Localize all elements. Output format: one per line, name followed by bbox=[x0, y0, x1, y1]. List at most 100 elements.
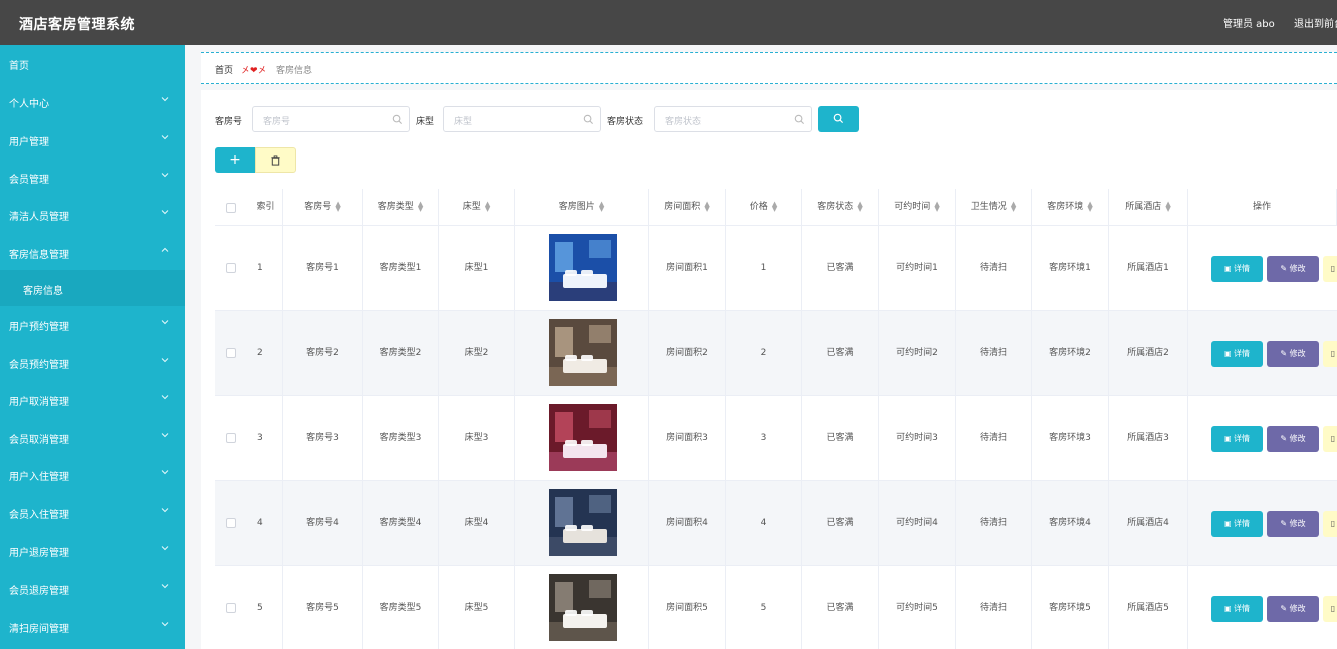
cell-operations: ▣ 详情 ✎ 修改 ▯ bbox=[1188, 481, 1337, 566]
search-button[interactable] bbox=[818, 106, 859, 132]
edit-icon: ✎ bbox=[1280, 264, 1290, 273]
sidebar-item-14[interactable]: 清扫房间管理 bbox=[0, 608, 185, 645]
cell-env: 客房环境1 bbox=[1032, 226, 1109, 311]
sort-icon[interactable]: ▲ ▼ bbox=[335, 200, 340, 212]
column-header-label: 所属酒店 bbox=[1125, 202, 1162, 212]
sidebar-item-6[interactable]: 用户预约管理 bbox=[0, 306, 185, 343]
sidebar-item-2[interactable]: 用户管理 bbox=[0, 121, 185, 158]
cell-bed: 床型2 bbox=[439, 311, 515, 396]
sidebar-subitem-label: 客房信息 bbox=[23, 286, 63, 297]
delete-button[interactable]: ▯ bbox=[1323, 511, 1337, 537]
edit-button-label: 修改 bbox=[1289, 264, 1306, 273]
add-button[interactable]: + bbox=[215, 147, 255, 173]
batch-delete-button[interactable] bbox=[255, 147, 296, 173]
column-header[interactable]: 所属酒店 ▲ ▼ bbox=[1109, 189, 1188, 226]
detail-button[interactable]: ▣ 详情 bbox=[1211, 511, 1263, 537]
edit-button[interactable]: ✎ 修改 bbox=[1267, 256, 1319, 282]
column-header[interactable]: 价格 ▲ ▼ bbox=[726, 189, 802, 226]
cell-area: 房间面积1 bbox=[649, 226, 726, 311]
column-header[interactable]: 可约时间 ▲ ▼ bbox=[879, 189, 956, 226]
sidebar-subitem-room-info[interactable]: 客房信息 bbox=[0, 270, 185, 306]
sidebar-item-1[interactable]: 个人中心 bbox=[0, 83, 185, 120]
sidebar-item-4[interactable]: 清洁人员管理 bbox=[0, 196, 185, 233]
room-table: 索引 客房号 ▲ ▼ 客房类型 ▲ ▼ 床型 ▲ ▼ 客房图片 ▲ ▼ 房间面积 ▲ ▼ 价格 ▲ ▼ 客房状态 ▲ ▼ 可… bbox=[215, 189, 1337, 649]
bed-input[interactable]: 床型 bbox=[443, 106, 601, 132]
sidebar-item-11[interactable]: 会员入住管理 bbox=[0, 494, 185, 531]
logout-link[interactable]: 退出到前台 bbox=[1294, 15, 1337, 30]
status-input[interactable]: 客房状态 bbox=[654, 106, 812, 132]
detail-button-label: 详情 bbox=[1234, 264, 1251, 273]
chevron-down-icon bbox=[161, 320, 169, 325]
sort-icon[interactable]: ▲ ▼ bbox=[704, 200, 709, 212]
sidebar-item-0[interactable]: 首页 bbox=[0, 45, 185, 82]
sidebar-item-10[interactable]: 用户入住管理 bbox=[0, 456, 185, 493]
sidebar-item-3[interactable]: 会员管理 bbox=[0, 159, 185, 196]
cell-status: 已客满 bbox=[802, 566, 879, 649]
sort-icon[interactable]: ▲ ▼ bbox=[1087, 200, 1092, 212]
room-photo-image[interactable] bbox=[549, 489, 617, 556]
edit-button[interactable]: ✎ 修改 bbox=[1267, 511, 1319, 537]
row-checkbox[interactable] bbox=[226, 433, 236, 443]
row-checkbox[interactable] bbox=[226, 263, 236, 273]
sidebar-item-8[interactable]: 用户取消管理 bbox=[0, 381, 185, 418]
detail-button[interactable]: ▣ 详情 bbox=[1211, 596, 1263, 622]
cell-price: 5 bbox=[726, 566, 802, 649]
sidebar-item-7[interactable]: 会员预约管理 bbox=[0, 344, 185, 381]
edit-button[interactable]: ✎ 修改 bbox=[1267, 426, 1319, 452]
sidebar-item-5[interactable]: 客房信息管理 bbox=[0, 234, 185, 271]
sort-icon[interactable]: ▲ ▼ bbox=[857, 200, 862, 212]
sidebar-item-9[interactable]: 会员取消管理 bbox=[0, 419, 185, 456]
sort-icon[interactable]: ▲ ▼ bbox=[934, 200, 939, 212]
delete-button[interactable]: ▯ bbox=[1323, 256, 1337, 282]
detail-button-label: 详情 bbox=[1234, 519, 1251, 528]
column-header[interactable]: 客房类型 ▲ ▼ bbox=[363, 189, 439, 226]
delete-button[interactable]: ▯ bbox=[1323, 596, 1337, 622]
column-header[interactable]: 客房号 ▲ ▼ bbox=[283, 189, 363, 226]
column-header[interactable]: 卫生情况 ▲ ▼ bbox=[956, 189, 1032, 226]
breadcrumb-home[interactable]: 首页 bbox=[215, 63, 233, 76]
column-header[interactable]: 客房状态 ▲ ▼ bbox=[802, 189, 879, 226]
sidebar-item-label: 清扫房间管理 bbox=[9, 624, 69, 635]
detail-button[interactable]: ▣ 详情 bbox=[1211, 426, 1263, 452]
table-row: 3 客房号3 客房类型3 床型3 房间面积3 3 已客满 可约时间3 待清扫 客房环境3 所属酒店3… bbox=[215, 396, 1337, 481]
room-photo-image[interactable] bbox=[549, 234, 617, 301]
row-checkbox[interactable] bbox=[226, 603, 236, 613]
sort-icon[interactable]: ▲ ▼ bbox=[1011, 200, 1016, 212]
row-checkbox[interactable] bbox=[226, 348, 236, 358]
delete-button[interactable]: ▯ bbox=[1323, 341, 1337, 367]
edit-button-label: 修改 bbox=[1289, 434, 1306, 443]
detail-button-label: 详情 bbox=[1234, 434, 1251, 443]
room-no-input[interactable]: 客房号 bbox=[252, 106, 410, 132]
cell-index: 3 bbox=[249, 396, 283, 481]
room-photo-image[interactable] bbox=[549, 404, 617, 471]
column-header[interactable]: 床型 ▲ ▼ bbox=[439, 189, 515, 226]
detail-button[interactable]: ▣ 详情 bbox=[1211, 256, 1263, 282]
breadcrumb-heart-separator: 㐅❤㐅 bbox=[241, 66, 267, 76]
content-panel: 客房号 客房号 床型 床型 客房状态 客房状态 + 索引 客房号 ▲ ▼ 客房类型 ▲ ▼ 床… bbox=[201, 90, 1337, 649]
column-header[interactable]: 房间面积 ▲ ▼ bbox=[649, 189, 726, 226]
row-checkbox[interactable] bbox=[226, 518, 236, 528]
column-header[interactable]: 客房图片 ▲ ▼ bbox=[515, 189, 649, 226]
sort-icon[interactable]: ▲ ▼ bbox=[485, 200, 490, 212]
cell-operations: ▣ 详情 ✎ 修改 ▯ bbox=[1188, 566, 1337, 649]
sidebar-item-12[interactable]: 用户退房管理 bbox=[0, 532, 185, 569]
search-icon bbox=[583, 114, 594, 125]
edit-button[interactable]: ✎ 修改 bbox=[1267, 596, 1319, 622]
room-photo-image[interactable] bbox=[549, 574, 617, 641]
cell-room-type: 客房类型5 bbox=[363, 566, 439, 649]
delete-button[interactable]: ▯ bbox=[1323, 426, 1337, 452]
edit-button-label: 修改 bbox=[1289, 604, 1306, 613]
sort-icon[interactable]: ▲ ▼ bbox=[418, 200, 423, 212]
sidebar-item-13[interactable]: 会员退房管理 bbox=[0, 570, 185, 607]
cell-index: 4 bbox=[249, 481, 283, 566]
sort-icon[interactable]: ▲ ▼ bbox=[772, 200, 777, 212]
column-header[interactable]: 索引 bbox=[249, 189, 283, 226]
sort-icon[interactable]: ▲ ▼ bbox=[599, 200, 604, 212]
status-placeholder: 客房状态 bbox=[665, 117, 702, 127]
column-header[interactable]: 客房环境 ▲ ▼ bbox=[1032, 189, 1109, 226]
sort-icon[interactable]: ▲ ▼ bbox=[1165, 200, 1170, 212]
select-all-checkbox[interactable] bbox=[226, 203, 236, 213]
room-photo-image[interactable] bbox=[549, 319, 617, 386]
detail-button[interactable]: ▣ 详情 bbox=[1211, 341, 1263, 367]
edit-button[interactable]: ✎ 修改 bbox=[1267, 341, 1319, 367]
